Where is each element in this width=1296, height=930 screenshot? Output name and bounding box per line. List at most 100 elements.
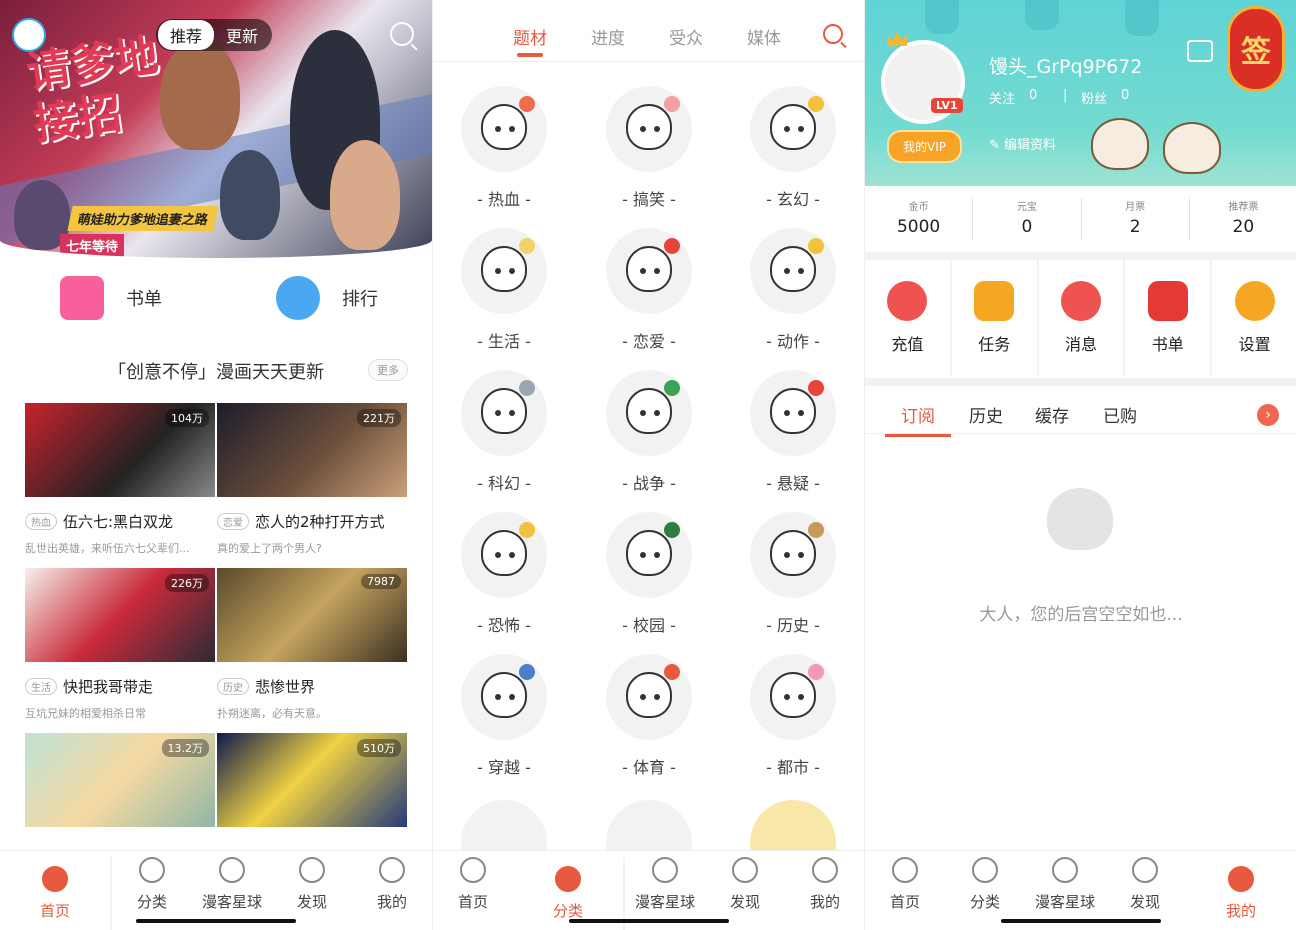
discover-icon [732,857,758,883]
comic-card[interactable]: 221万 恋爱 恋人的2种打开方式 真的爱上了两个男人? [217,403,407,556]
app-logo-icon[interactable] [12,18,46,52]
empty-state-text: 大人，您的后宫空空如也... [979,605,1183,625]
genre-14[interactable]: - 都市 - [738,654,848,778]
stat-monthly-tickets[interactable]: 月票 2 [1082,198,1190,240]
genre-label: - 恐怖 - [477,616,531,635]
search-icon[interactable] [390,22,414,46]
stat-rec-tickets[interactable]: 推荐票 20 [1190,198,1296,240]
mascot-eye [784,268,790,274]
tab-audience[interactable]: 受众 [669,24,703,49]
comic-cover: 510万 [217,733,407,827]
genre-2[interactable]: - 玄幻 - [738,86,848,210]
more-button[interactable]: 更多 [368,359,408,381]
nav-mine[interactable]: 我的 [352,857,432,930]
genre-6[interactable]: - 科幻 - [449,370,559,494]
tab-purchased[interactable]: 已购 [1103,402,1137,427]
tab-cache[interactable]: 缓存 [1035,402,1069,427]
genre-12[interactable]: - 穿越 - [449,654,559,778]
tab-update[interactable]: 更新 [214,20,270,50]
ranking-label: 排行 [342,289,378,310]
recharge-button[interactable]: 充值 [865,260,952,376]
search-icon[interactable] [823,24,843,44]
messages-button[interactable]: 消息 [1039,260,1126,376]
comic-card[interactable]: 226万 生活 快把我哥带走 互坑兄妹的相爱相杀日常 [25,568,215,721]
stat-coins[interactable]: 金币 5000 [865,198,974,240]
nav-home[interactable]: 首页 [0,857,112,930]
mascot-eye [509,410,515,416]
genre-3[interactable]: - 生活 - [449,228,559,352]
genre-5[interactable]: - 动作 - [738,228,848,352]
mascot-face [770,388,816,434]
mascot-eye [798,410,804,416]
genre-7[interactable]: - 战争 - [594,370,704,494]
genre-8[interactable]: - 悬疑 - [738,370,848,494]
booklist-button[interactable]: 书单 [60,276,162,320]
genre-mascot-icon [606,228,692,314]
genre-1[interactable]: - 搞笑 - [594,86,704,210]
comic-desc: 互坑兄妹的相爱相杀日常 [25,707,146,720]
tab-theme[interactable]: 题材 [513,24,547,57]
gear-icon [1234,281,1275,321]
edit-profile-button[interactable]: ✎ 编辑资料 [989,134,1056,153]
book-icon [1147,281,1188,321]
nav-mine[interactable]: 我的 [785,857,864,930]
stat-ingots[interactable]: 元宝 0 [973,198,1082,240]
ranking-icon [276,276,320,320]
stat-label: 元宝 [1016,202,1037,213]
comic-card[interactable]: 510万 [217,733,407,827]
comic-card[interactable]: 104万 热血 伍六七:黑白双龙 乱世出英雄，来听伍六七父辈们... [25,403,215,556]
mascot-eye [798,126,804,132]
settings-button[interactable]: 设置 [1212,260,1296,376]
comic-card[interactable]: 7987 历史 悲惨世界 扑朔迷离，必有天意。 [217,568,407,721]
genre-11[interactable]: - 历史 - [738,512,848,636]
nav-home[interactable]: 首页 [865,857,945,930]
nav-label: 分类 [136,893,167,911]
vip-button[interactable]: 我的VIP [887,130,962,163]
tasks-button[interactable]: 任务 [952,260,1039,376]
mascot-face [481,246,527,292]
discover-icon [1132,857,1158,883]
genre-0[interactable]: - 热血 - [449,86,559,210]
stat-value: 5000 [896,217,941,237]
tab-history[interactable]: 历史 [969,402,1003,427]
comic-card[interactable]: 13.2万 [25,733,215,827]
comic-cover: 7987 [217,568,407,662]
sign-in-button[interactable]: 签 [1227,6,1285,92]
mascot-eye [784,126,790,132]
tab-recommend[interactable]: 推荐 [158,20,215,50]
comic-cover: 104万 [25,403,215,497]
genre-4[interactable]: - 恋爱 - [594,228,704,352]
mascot-eye [640,552,646,558]
mascot-accessory [519,96,535,112]
username[interactable]: 馒头_GrPq9P672 [989,52,1142,79]
fans-label[interactable]: 粉丝 [1081,88,1107,107]
mascot-accessory [519,238,535,254]
profile-icon [812,857,838,883]
follow-label[interactable]: 关注 [989,88,1015,107]
mascot-eye [495,126,501,132]
mascot-eye [654,552,660,558]
genre-mascot-icon [606,370,692,456]
scan-icon[interactable] [1187,40,1213,62]
genre-13[interactable]: - 体育 - [594,654,704,778]
mascot-eye [640,126,646,132]
nav-mine[interactable]: 我的 [1185,857,1296,930]
tab-subscribed[interactable]: 订阅 [885,402,951,437]
view-count: 221万 [357,409,401,427]
mascot-eye [654,268,660,274]
chevron-right-icon[interactable]: › [1257,404,1279,426]
tab-media[interactable]: 媒体 [747,24,781,49]
divider [865,252,1296,260]
booklist-button[interactable]: 书单 [1125,260,1213,376]
genre-label: - 恋爱 - [622,332,676,351]
chat-bubble-icon [1060,281,1101,321]
nav-label: 漫客星球 [634,893,695,911]
nav-home[interactable]: 首页 [433,857,513,930]
tab-progress[interactable]: 进度 [591,24,625,49]
mascot-accessory [808,380,824,396]
genre-9[interactable]: - 恐怖 - [449,512,559,636]
genre-10[interactable]: - 校园 - [594,512,704,636]
mascot-eye [798,268,804,274]
ranking-button[interactable]: 排行 [276,276,378,320]
action-label: 任务 [978,335,1011,354]
